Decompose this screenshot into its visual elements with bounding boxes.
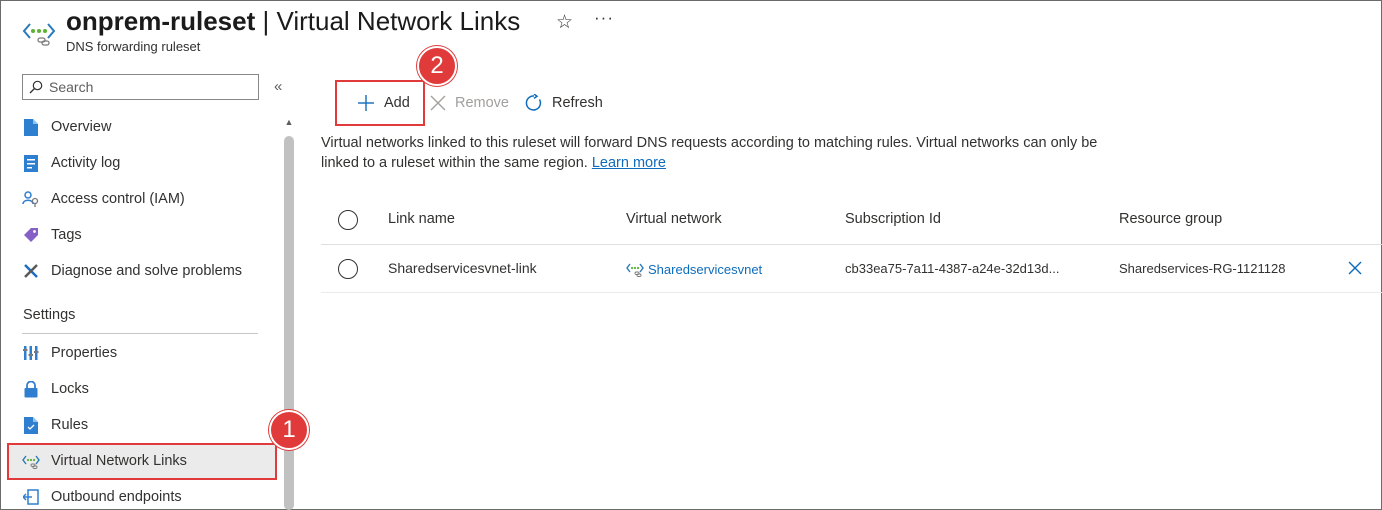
tag-icon	[22, 226, 40, 244]
column-header-link-name[interactable]: Link name	[388, 211, 455, 227]
sidebar-item-overview[interactable]: Overview	[22, 109, 277, 145]
callout-badge-2: 2	[417, 46, 457, 86]
title-separator: |	[255, 6, 277, 36]
column-header-resource-group[interactable]: Resource group	[1119, 211, 1222, 227]
wrench-icon	[22, 262, 40, 280]
resource-type-subtitle: DNS forwarding ruleset	[66, 39, 201, 54]
favorite-star-icon[interactable]: ☆	[556, 11, 573, 34]
lock-icon	[22, 380, 40, 398]
sidebar-scroll-thumb[interactable]	[284, 136, 294, 510]
sidebar-item-label: Rules	[51, 417, 89, 433]
page-description: Virtual networks linked to this ruleset …	[321, 133, 1121, 173]
sidebar-item-activity-log[interactable]: Activity log	[22, 145, 277, 181]
sidebar-item-outbound-endpoints[interactable]: Outbound endpoints	[22, 479, 277, 510]
column-header-virtual-network[interactable]: Virtual network	[626, 211, 722, 227]
remove-label: Remove	[455, 95, 509, 111]
virtual-network-name: Sharedservicesvnet	[648, 261, 763, 277]
sidebar-item-label: Locks	[51, 381, 89, 397]
sidebar-item-label: Access control (IAM)	[51, 191, 185, 207]
sidebar-item-label: Overview	[51, 119, 112, 135]
scroll-up-arrow-icon[interactable]: ▲	[283, 117, 295, 127]
sidebar-item-label: Virtual Network Links	[51, 453, 187, 469]
row-select-radio[interactable]	[338, 259, 358, 279]
select-all-radio[interactable]	[338, 210, 358, 230]
vnet-icon	[626, 263, 644, 277]
overview-icon	[22, 118, 40, 136]
delete-row-icon[interactable]	[1347, 260, 1363, 276]
refresh-button[interactable]: Refresh	[525, 91, 603, 115]
add-label: Add	[384, 95, 410, 111]
sidebar-item-label: Tags	[51, 227, 82, 243]
vnet-link-icon	[22, 452, 40, 470]
rules-icon	[22, 416, 40, 434]
collapse-sidebar-icon[interactable]: «	[274, 78, 282, 95]
cell-subscription-id: cb33ea75-7a11-4387-a24e-32d13d...	[845, 261, 1060, 276]
properties-icon	[22, 344, 40, 362]
page-name: Virtual Network Links	[276, 6, 521, 36]
sidebar-item-rules[interactable]: Rules	[22, 407, 277, 443]
row-divider	[321, 292, 1382, 293]
sidebar-item-label: Activity log	[51, 155, 121, 171]
sidebar-item-label: Properties	[51, 345, 118, 361]
iam-icon	[22, 190, 40, 208]
search-icon	[29, 80, 43, 94]
sidebar-item-tags[interactable]: Tags	[22, 217, 277, 253]
resource-name: onprem-ruleset	[66, 6, 256, 36]
settings-section-label: Settings	[23, 307, 76, 323]
plus-icon	[358, 95, 374, 111]
description-text: Virtual networks linked to this ruleset …	[321, 135, 1098, 171]
sidebar-item-label: Diagnose and solve problems	[51, 263, 243, 279]
outbound-endpoint-icon	[22, 488, 40, 506]
cell-virtual-network-link[interactable]: Sharedservicesvnet	[626, 261, 762, 277]
refresh-label: Refresh	[552, 95, 603, 111]
sidebar-item-locks[interactable]: Locks	[22, 371, 277, 407]
page-title: onprem-ruleset | Virtual Network Links	[66, 6, 520, 37]
sidebar-item-label: Outbound endpoints	[51, 489, 182, 505]
cell-link-name: Sharedservicesvnet-link	[388, 260, 537, 276]
sidebar-search[interactable]	[22, 74, 259, 100]
remove-button[interactable]: Remove	[430, 91, 509, 115]
section-divider	[22, 333, 258, 334]
sidebar-item-properties[interactable]: Properties	[22, 335, 277, 371]
learn-more-link[interactable]: Learn more	[592, 155, 666, 171]
more-options-icon[interactable]: ···	[594, 8, 614, 28]
cell-resource-group: Sharedservices-RG-1121128	[1119, 261, 1286, 276]
sidebar-item-access-control[interactable]: Access control (IAM)	[22, 181, 277, 217]
activity-log-icon	[22, 154, 40, 172]
add-button[interactable]: Add	[357, 91, 410, 115]
dns-ruleset-icon	[22, 14, 56, 48]
header-divider	[321, 244, 1382, 245]
search-input[interactable]	[49, 79, 249, 95]
close-icon	[430, 95, 446, 111]
sidebar-item-diagnose[interactable]: Diagnose and solve problems	[22, 253, 277, 289]
callout-badge-1: 1	[269, 410, 309, 450]
sidebar-item-virtual-network-links[interactable]: Virtual Network Links	[22, 443, 277, 479]
refresh-icon	[525, 94, 542, 111]
column-header-subscription-id[interactable]: Subscription Id	[845, 211, 941, 227]
